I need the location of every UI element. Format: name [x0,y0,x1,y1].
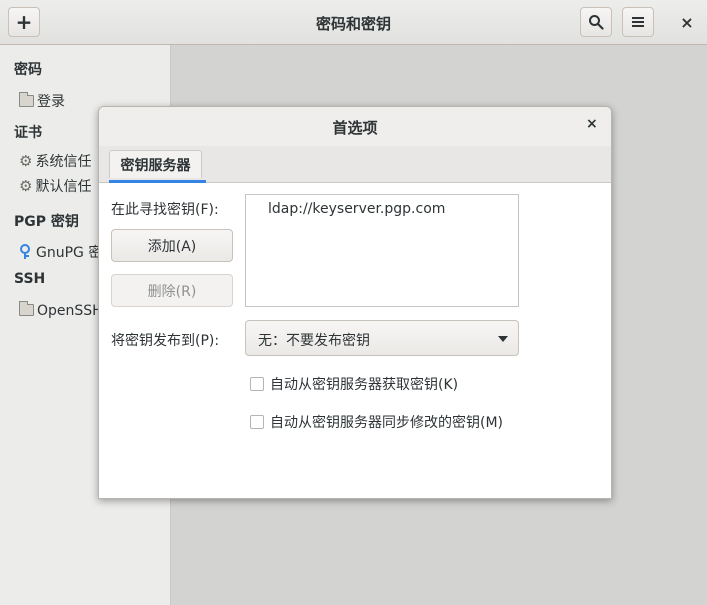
add-server-button[interactable]: 添加(A) [111,229,233,262]
checkbox-box[interactable] [250,415,264,429]
sidebar-item-label: 登录 [37,94,65,110]
search-keys-label: 在此寻找密钥(F): [111,202,219,218]
search-button[interactable] [580,7,612,37]
publish-select[interactable]: 无：不要发布密钥 [245,320,519,356]
window-close-button[interactable]: × [676,10,698,34]
sidebar-item-default-trust[interactable]: ⚙ 默认信任 [19,176,91,196]
sidebar-item-label: 系统信任 [35,154,92,170]
tab-indicator [109,180,206,183]
hamburger-icon [632,17,644,27]
sidebar-section-ssh: SSH [14,271,46,287]
keyserver-list[interactable]: ldap://keyserver.pgp.com [245,194,519,307]
tab-keyservers[interactable]: 密钥服务器 [109,150,202,178]
sidebar-section-pgp: PGP 密钥 [14,214,79,230]
sidebar-item-login[interactable]: 登录 [19,91,65,111]
sidebar-section-passwords: 密码 [14,62,42,78]
auto-sync-checkbox[interactable]: 自动从密钥服务器同步修改的密钥(M) [250,412,503,432]
key-icon [20,244,30,259]
dropdown-arrow-icon [498,336,508,342]
list-item[interactable]: ldap://keyserver.pgp.com [268,201,445,217]
gear-icon: ⚙ [19,152,33,170]
dialog-close-button[interactable]: × [586,116,598,132]
auto-sync-label: 自动从密钥服务器同步修改的密钥(M) [270,415,504,431]
gear-icon: ⚙ [19,177,33,195]
remove-server-button[interactable]: 删除(R) [111,274,233,307]
checkbox-box[interactable] [250,377,264,391]
tab-bar: 密钥服务器 [99,146,611,183]
auto-retrieve-label: 自动从密钥服务器获取密钥(K) [270,377,459,393]
preferences-dialog: 首选项 × 密钥服务器 在此寻找密钥(F): 添加(A) 删除(R) ldap:… [98,106,612,499]
search-icon [589,15,604,30]
folder-icon [19,92,34,107]
folder-icon [19,301,34,316]
sidebar-item-label: 默认信任 [35,179,92,195]
sidebar-item-system-trust[interactable]: ⚙ 系统信任 [19,151,91,171]
auto-retrieve-checkbox[interactable]: 自动从密钥服务器获取密钥(K) [250,374,458,394]
sidebar-section-certificates: 证书 [14,125,42,141]
header-bar: + 密码和密钥 × [0,0,707,45]
dialog-header: 首选项 × [99,107,611,147]
menu-button[interactable] [622,7,654,37]
publish-select-value: 无：不要发布密钥 [258,333,370,349]
dialog-title: 首选项 [332,119,378,137]
publish-label: 将密钥发布到(P): [111,333,220,349]
